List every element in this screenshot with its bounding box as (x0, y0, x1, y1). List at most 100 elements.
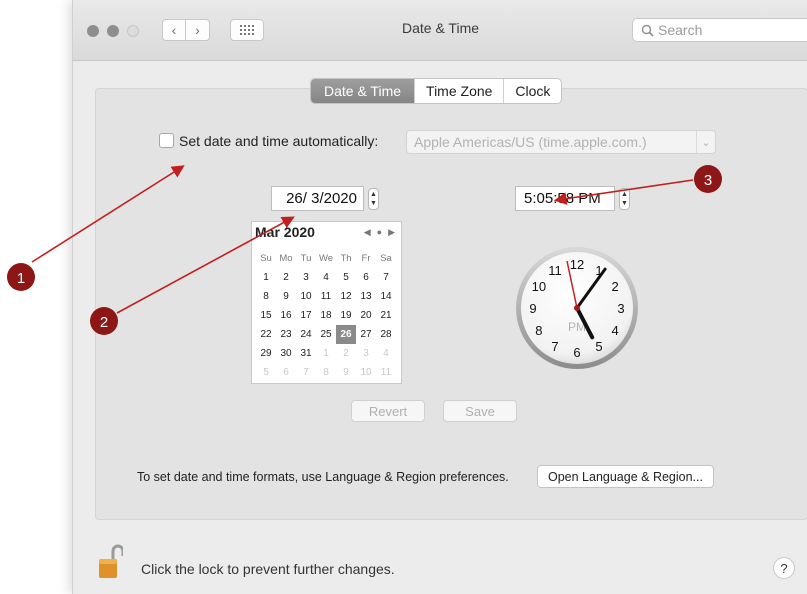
help-button[interactable]: ? (773, 557, 795, 579)
tab-bar: Date & Time Time Zone Clock (310, 78, 563, 104)
clock-center (574, 305, 580, 311)
calendar-day[interactable]: 13 (356, 287, 376, 306)
calendar-day[interactable]: 15 (256, 306, 276, 325)
date-field[interactable]: 26/ 3/2020 (271, 186, 364, 211)
weekday-header: Th (340, 253, 352, 264)
calendar-day[interactable]: 2 (336, 344, 356, 363)
save-button[interactable]: Save (443, 400, 517, 422)
unlocked-padlock-icon (99, 544, 125, 578)
tab-clock[interactable]: Clock (503, 79, 561, 103)
time-server-select[interactable]: Apple Americas/US (time.apple.com.) ⌄ (406, 130, 716, 154)
calendar-day[interactable]: 2 (276, 268, 296, 287)
time-server-value: Apple Americas/US (time.apple.com.) (414, 134, 647, 150)
weekday-header: Fr (361, 253, 371, 264)
analog-clock: 12 1234567891011 PM (516, 247, 638, 369)
lock-button[interactable] (97, 542, 125, 580)
calendar-day[interactable]: 28 (376, 325, 396, 344)
svg-text:1: 1 (17, 270, 25, 287)
calendar-day[interactable]: 20 (356, 306, 376, 325)
calendar-day[interactable]: 5 (336, 268, 356, 287)
weekday-header: Sa (380, 253, 392, 264)
calendar-day[interactable]: 7 (376, 268, 396, 287)
clock-number: 5 (595, 339, 602, 354)
clock-number: 2 (611, 279, 618, 294)
calendar-day[interactable]: 4 (376, 344, 396, 363)
time-field[interactable]: 5:05:58 PM (515, 186, 615, 211)
calendar-day[interactable]: 6 (276, 363, 296, 382)
calendar-day[interactable]: 30 (276, 344, 296, 363)
calendar-day[interactable]: 18 (316, 306, 336, 325)
calendar-day[interactable]: 3 (296, 268, 316, 287)
calendar-day[interactable]: 8 (256, 287, 276, 306)
calendar-day[interactable]: 1 (256, 268, 276, 287)
annotation-marker-1: 1 (7, 263, 35, 291)
next-month-icon[interactable]: ▶ (388, 227, 395, 238)
calendar-day-selected[interactable]: 26 (336, 325, 356, 344)
search-field[interactable]: Search (632, 18, 807, 42)
calendar-day[interactable]: 10 (296, 287, 316, 306)
clock-number: 12 (570, 257, 584, 272)
calendar-day[interactable]: 10 (356, 363, 376, 382)
calendar-day[interactable]: 11 (316, 287, 336, 306)
weekday-header: Tu (300, 253, 312, 264)
calendar-day[interactable]: 4 (316, 268, 336, 287)
calendar-day[interactable]: 7 (296, 363, 316, 382)
tab-time-zone[interactable]: Time Zone (414, 79, 503, 103)
formats-hint: To set date and time formats, use Langua… (137, 470, 509, 484)
calendar-day[interactable]: 1 (316, 344, 336, 363)
calendar: Mar 2020 ◀ ● ▶ Su Mo Tu We Th Fr Sa 1 2 3 4 5 6 7 8 9 10… (251, 221, 402, 384)
calendar-day[interactable]: 21 (376, 306, 396, 325)
stepper-down-icon: ▼ (370, 200, 377, 207)
auto-time-label: Set date and time automatically: (179, 133, 379, 149)
revert-button[interactable]: Revert (351, 400, 425, 422)
stepper-up-icon: ▲ (370, 191, 377, 198)
calendar-day[interactable]: 19 (336, 306, 356, 325)
previous-month-icon[interactable]: ◀ (364, 227, 371, 238)
calendar-day[interactable]: 11 (376, 363, 396, 382)
title-bar: ‹ › Date & Time Search (73, 0, 807, 61)
lock-hint: Click the lock to prevent further change… (141, 561, 395, 577)
auto-time-checkbox[interactable] (159, 133, 174, 148)
time-stepper[interactable]: ▲ ▼ (619, 188, 630, 210)
calendar-day[interactable]: 22 (256, 325, 276, 344)
preferences-window: ‹ › Date & Time Search Date & Time Time … (72, 0, 807, 594)
clock-number: 7 (551, 339, 558, 354)
calendar-day[interactable]: 23 (276, 325, 296, 344)
calendar-day[interactable]: 27 (356, 325, 376, 344)
calendar-day[interactable]: 31 (296, 344, 316, 363)
calendar-day[interactable]: 29 (256, 344, 276, 363)
calendar-month-label: Mar 2020 (255, 224, 315, 240)
calendar-day[interactable]: 24 (296, 325, 316, 344)
calendar-day[interactable]: 9 (336, 363, 356, 382)
weekday-header: Mo (279, 253, 293, 264)
weekday-header: Su (260, 253, 272, 264)
today-dot-icon[interactable]: ● (377, 227, 382, 238)
clock-number: 9 (529, 301, 536, 316)
clock-number: 3 (617, 301, 624, 316)
calendar-day[interactable]: 3 (356, 344, 376, 363)
search-placeholder: Search (658, 22, 703, 38)
clock-number: 6 (573, 345, 580, 360)
calendar-nav: ◀ ● ▶ (364, 227, 395, 238)
clock-number: 4 (611, 323, 618, 338)
clock-number: 8 (535, 323, 542, 338)
calendar-day[interactable]: 14 (376, 287, 396, 306)
calendar-day[interactable]: 17 (296, 306, 316, 325)
calendar-day[interactable]: 9 (276, 287, 296, 306)
open-language-region-button[interactable]: Open Language & Region... (537, 465, 714, 488)
clock-number: 10 (532, 279, 546, 294)
calendar-day[interactable]: 12 (336, 287, 356, 306)
tab-date-time[interactable]: Date & Time (311, 79, 415, 103)
calendar-day[interactable]: 6 (356, 268, 376, 287)
chevron-down-icon: ⌄ (696, 131, 715, 153)
calendar-day[interactable]: 8 (316, 363, 336, 382)
date-stepper[interactable]: ▲ ▼ (368, 188, 379, 210)
weekday-header: We (318, 253, 334, 264)
calendar-grid: Su Mo Tu We Th Fr Sa 1 2 3 4 5 6 7 8 9 10 11 12 13 14 15 16 17 1… (256, 249, 396, 382)
calendar-day[interactable]: 5 (256, 363, 276, 382)
stepper-down-icon: ▼ (621, 200, 628, 207)
calendar-day[interactable]: 16 (276, 306, 296, 325)
search-icon (641, 24, 654, 37)
calendar-day[interactable]: 25 (316, 325, 336, 344)
stepper-up-icon: ▲ (621, 191, 628, 198)
